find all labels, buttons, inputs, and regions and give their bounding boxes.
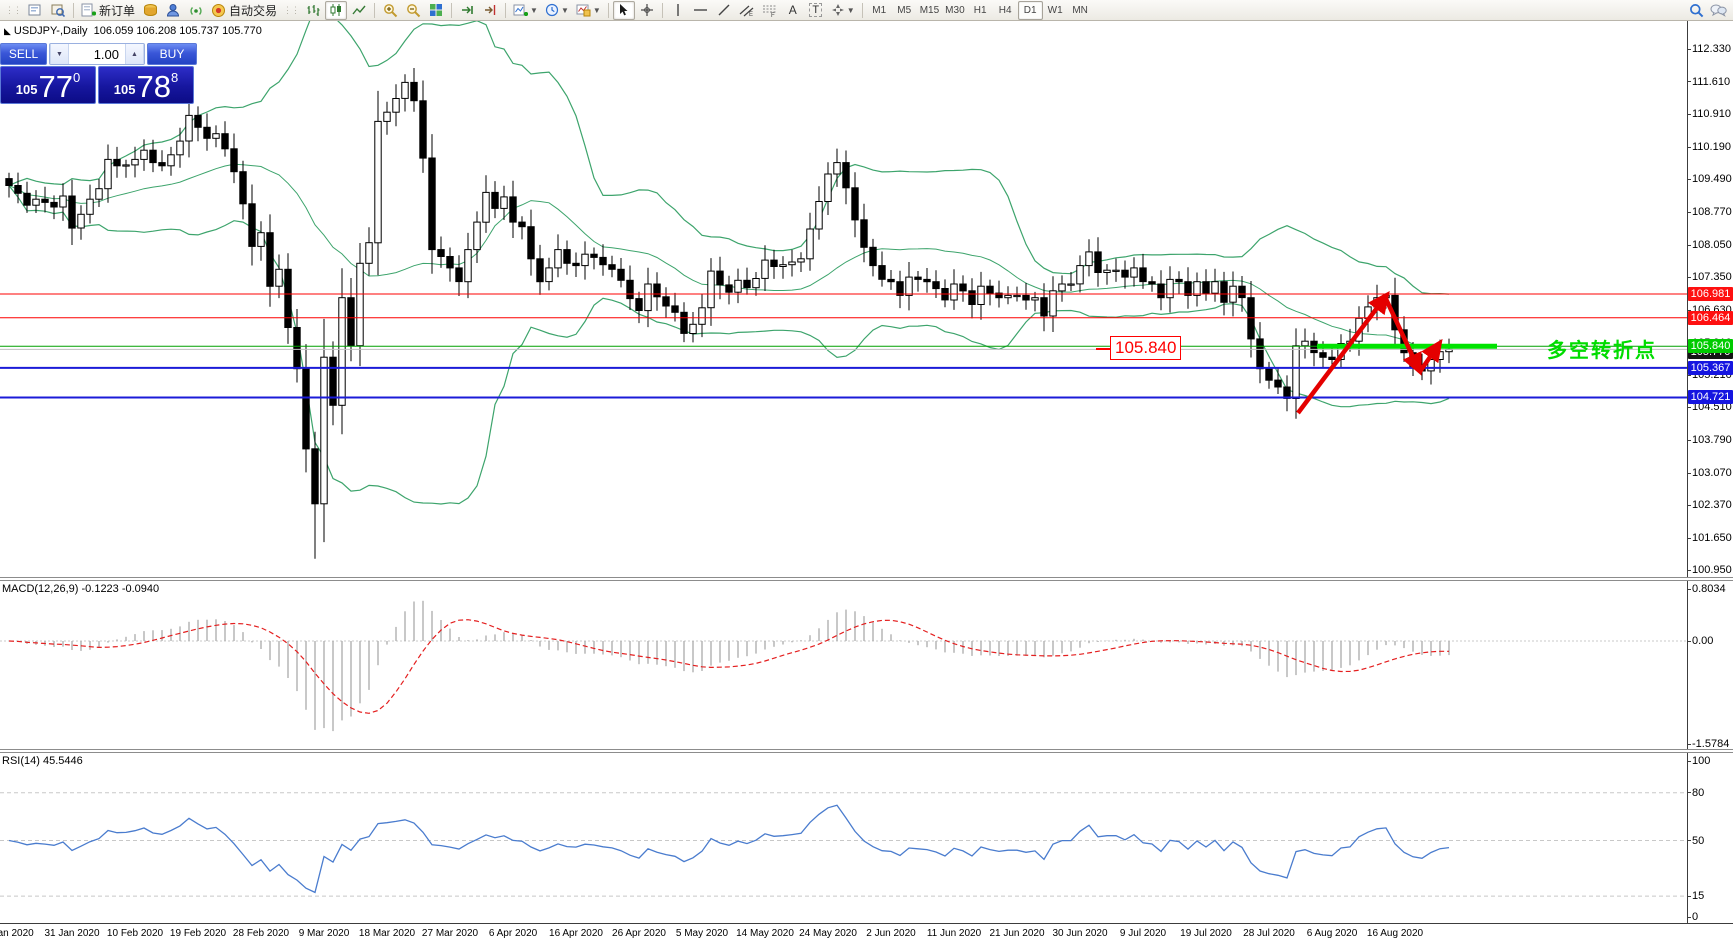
chart-marker-icon: ◣ — [4, 26, 11, 36]
chart-symbol-title: ◣ USDJPY-,Daily 106.059 106.208 105.737 1… — [4, 25, 262, 37]
date-axis-border — [0, 923, 1733, 924]
buy-price-display[interactable]: 105 78 8 — [98, 66, 194, 104]
volume-decrease-button[interactable]: ▼ — [50, 44, 69, 64]
macd-window-label: MACD(12,26,9) -0.1223 -0.0940 — [2, 583, 160, 595]
one-click-trading-panel: SELL ▼ 1.00 ▲ BUY 105 77 0 105 78 8 — [0, 43, 197, 104]
turning-point-note[interactable]: 多空转折点 — [1547, 334, 1657, 363]
sell-price-display[interactable]: 105 77 0 — [0, 66, 96, 104]
macd-panel — [0, 600, 1687, 732]
chart-canvas[interactable] — [0, 0, 1733, 943]
terminal-window: ⋮⋮ 新订单 自动交易 ⋮⋮ ▼ ▼ ▼ E F A T ▼ M1 M5 M15… — [0, 0, 1733, 943]
price-axis-border — [1687, 21, 1688, 923]
volume-increase-button[interactable]: ▲ — [125, 44, 144, 64]
ohlc-readout: 106.059 106.208 105.737 105.770 — [93, 25, 262, 37]
rsi-window-label: RSI(14) 45.5446 — [2, 755, 83, 767]
rsi-panel — [0, 792, 1687, 897]
volume-stepper: ▼ 1.00 ▲ — [49, 43, 145, 65]
volume-value[interactable]: 1.00 — [69, 44, 125, 64]
rsi-line — [8, 804, 1450, 894]
sell-button[interactable]: SELL — [0, 43, 47, 65]
bollinger-middle-band — [8, 163, 1450, 350]
macd-splitter[interactable] — [0, 577, 1733, 581]
main-price-panel — [0, 21, 1687, 559]
rsi-splitter[interactable] — [0, 749, 1733, 753]
trend-arrow — [1383, 298, 1422, 376]
buy-button[interactable]: BUY — [147, 43, 197, 65]
price-callout-label[interactable]: 105.840 — [1110, 336, 1182, 360]
bollinger-lower-band — [8, 185, 1450, 505]
trend-arrow — [1296, 290, 1390, 415]
